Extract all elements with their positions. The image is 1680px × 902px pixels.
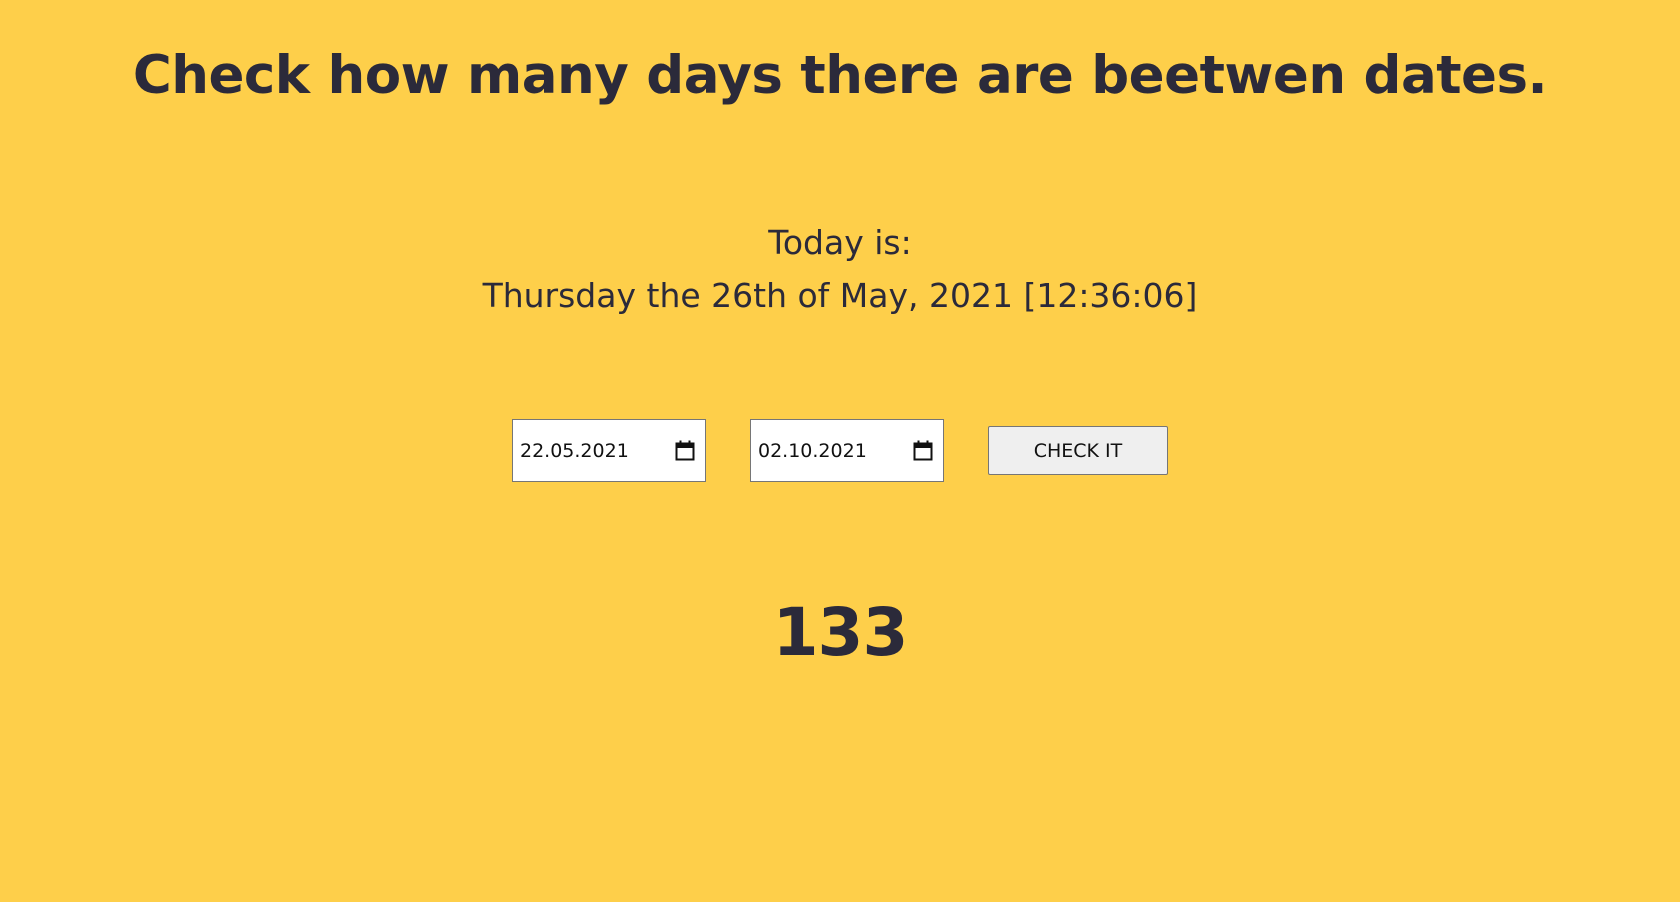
- check-it-button[interactable]: CHECK IT: [988, 426, 1168, 475]
- calendar-icon[interactable]: [913, 440, 933, 461]
- page-title: Check how many days there are beetwen da…: [132, 45, 1548, 106]
- today-section: Today is: Thursday the 26th of May, 2021…: [0, 216, 1680, 322]
- page: Check how many days there are beetwen da…: [0, 0, 1680, 902]
- calendar-icon[interactable]: [675, 440, 695, 461]
- start-date-input[interactable]: 22.05.2021: [512, 419, 706, 482]
- today-value: Thursday the 26th of May, 2021 [12:36:06…: [482, 276, 1198, 315]
- today-label: Today is:: [768, 223, 912, 262]
- end-date-value: 02.10.2021: [758, 439, 867, 462]
- start-date-value: 22.05.2021: [520, 439, 629, 462]
- days-result: 133: [772, 594, 909, 671]
- date-controls: 22.05.2021 02.10.2021 CHECK IT: [0, 419, 1680, 483]
- end-date-input[interactable]: 02.10.2021: [750, 419, 944, 482]
